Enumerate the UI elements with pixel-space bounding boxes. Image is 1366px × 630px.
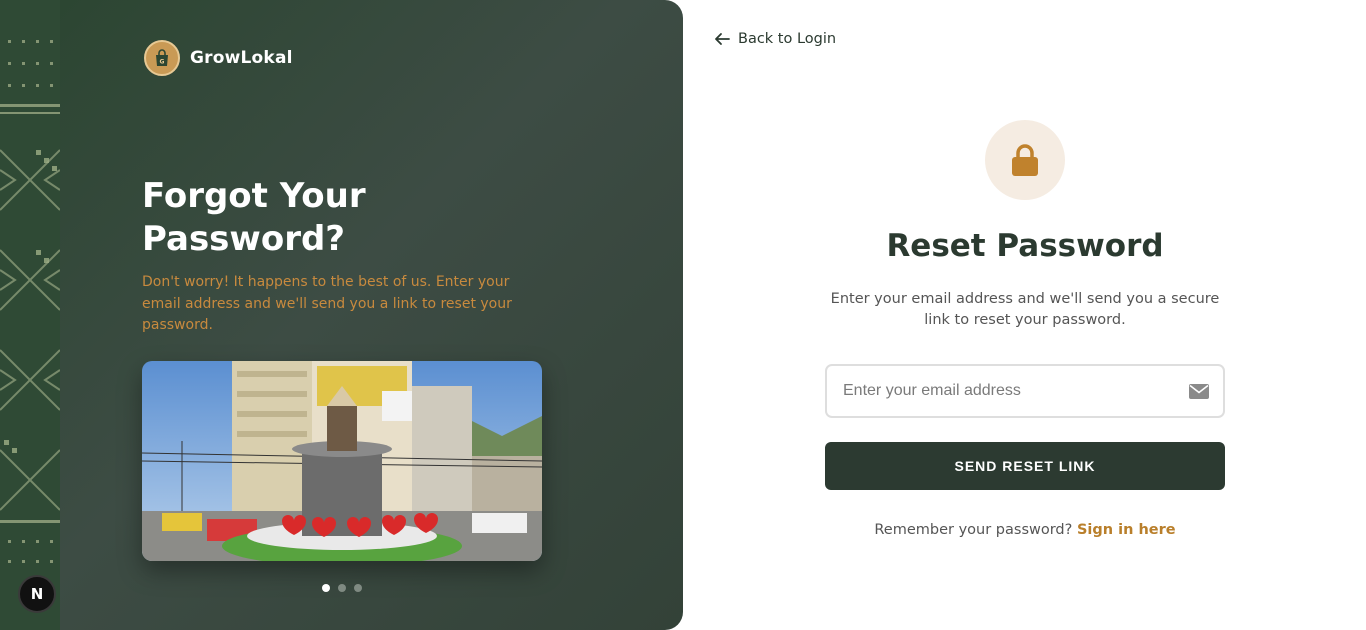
email-field[interactable] — [825, 364, 1225, 418]
hero-carousel-image — [142, 361, 542, 561]
email-input[interactable] — [843, 382, 1189, 400]
send-reset-link-button[interactable]: SEND RESET LINK — [825, 442, 1225, 490]
remember-password-row: Remember your password? Sign in here — [825, 522, 1225, 538]
brand[interactable]: G GrowLokal — [144, 40, 293, 76]
hero-subtitle: Don't worry! It happens to the best of u… — [142, 274, 512, 333]
carousel-dots — [322, 584, 362, 592]
dev-tools-badge[interactable]: N — [18, 575, 56, 613]
shopping-bag-icon: G — [144, 40, 180, 76]
envelope-icon — [1189, 383, 1209, 399]
remember-text: Remember your password? — [874, 522, 1073, 538]
brand-name: GrowLokal — [190, 48, 293, 68]
hero-title-line1: Forgot Your — [142, 176, 366, 216]
form-title: Reset Password — [886, 228, 1164, 264]
hero-panel: G GrowLokal Forgot Your Password? Don't … — [60, 0, 683, 630]
carousel-dot-2[interactable] — [338, 584, 346, 592]
sign-in-link[interactable]: Sign in here — [1077, 522, 1176, 538]
carousel-dot-1[interactable] — [322, 584, 330, 592]
arrow-left-icon — [715, 33, 730, 45]
hero-title-line2: Password? — [142, 219, 346, 259]
hero-title: Forgot Your Password? — [142, 175, 542, 261]
lock-icon — [1012, 144, 1038, 176]
forgot-password-page: G GrowLokal Forgot Your Password? Don't … — [0, 0, 1366, 630]
svg-text:G: G — [160, 59, 165, 66]
decorative-pattern-strip — [0, 0, 60, 630]
back-to-login-link[interactable]: Back to Login — [714, 31, 836, 47]
form-description: Enter your email address and we'll send … — [830, 291, 1220, 328]
back-to-login-label: Back to Login — [738, 31, 837, 47]
lock-badge — [985, 120, 1065, 200]
carousel-dot-3[interactable] — [354, 584, 362, 592]
